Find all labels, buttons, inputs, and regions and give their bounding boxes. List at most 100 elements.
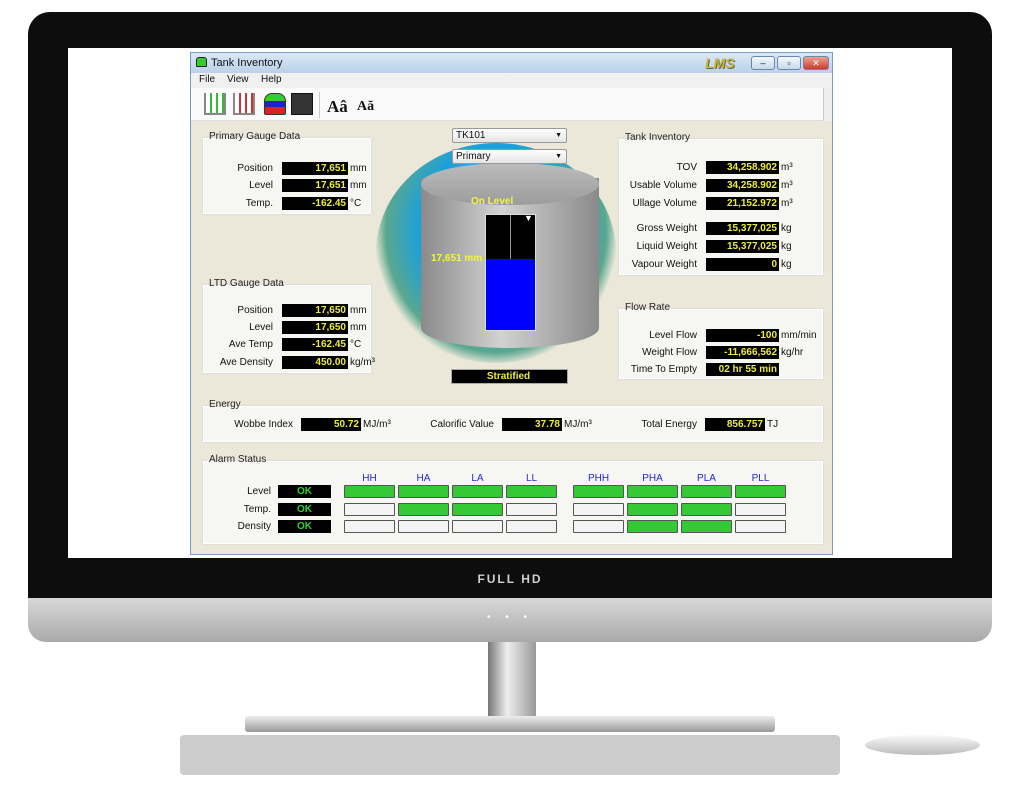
field-value: -11,666,562 — [706, 346, 779, 359]
font-decrease-icon[interactable]: Aă — [357, 99, 374, 115]
toolbar: Aâ Aă — [191, 88, 823, 121]
field-label: Level — [249, 180, 273, 191]
field-value: -162.45 — [282, 338, 348, 351]
field-label: Time To Empty — [630, 364, 697, 375]
primary-gauge-title: Primary Gauge Data — [209, 131, 301, 142]
tank-level-window: ▼ — [485, 213, 536, 331]
field-value: 17,650 — [282, 321, 348, 334]
menu-help[interactable]: Help — [261, 74, 282, 85]
alarm-header-pha: PHA — [642, 473, 663, 484]
menu-view[interactable]: View — [227, 74, 249, 85]
menu-file[interactable]: File — [199, 74, 215, 85]
field-unit: m³ — [781, 180, 793, 191]
title-bar[interactable]: Tank Inventory LMS – ▫ ✕ — [191, 53, 832, 73]
alarm-indicator-pha — [627, 485, 678, 498]
field-unit: mm/min — [781, 330, 817, 341]
field-label: TOV — [676, 162, 697, 173]
alarm-indicator-hh — [344, 520, 395, 533]
gauge-selector-value: Primary — [456, 151, 491, 162]
field-unit: mm — [350, 180, 367, 191]
chevron-down-icon: ▼ — [555, 153, 562, 160]
field-unit: mm — [350, 305, 367, 316]
field-value: -100 — [706, 329, 779, 342]
font-increase-icon[interactable]: Aâ — [327, 97, 348, 117]
energy-label: Calorific Value — [430, 419, 494, 430]
field-value: 34,258.902 — [706, 161, 779, 174]
alarm-header-la: LA — [471, 473, 484, 484]
alarm-indicator-pha — [627, 503, 678, 516]
app-tank-icon — [196, 57, 207, 67]
field-label: Liquid Weight — [636, 241, 697, 252]
minimize-button[interactable]: – — [751, 56, 775, 70]
alarm-indicator-ll — [506, 520, 557, 533]
close-button[interactable]: ✕ — [803, 56, 829, 70]
lms-logo: LMS — [705, 55, 735, 71]
field-label: Position — [237, 305, 273, 316]
field-label: Weight Flow — [642, 347, 697, 358]
field-unit: mm — [350, 163, 367, 174]
alarm-indicator-pll — [735, 520, 786, 533]
field-unit: kg/m³ — [350, 357, 375, 368]
tank-liquid-fill — [486, 258, 535, 330]
alarm-indicator-la — [452, 503, 503, 516]
tank-trend-red-icon[interactable] — [233, 93, 255, 115]
toolbar-separator — [319, 92, 320, 118]
energy-title: Energy — [209, 399, 241, 410]
field-value: 0 — [706, 258, 779, 271]
chevron-down-icon: ▼ — [555, 132, 562, 139]
energy-value: 856.757 — [705, 418, 765, 431]
field-label: Level — [249, 322, 273, 333]
alarm-header-ha: HA — [416, 473, 431, 484]
alarm-indicator-pll — [735, 503, 786, 516]
alarm-header-pla: PLA — [697, 473, 716, 484]
alarm-indicator-ha — [398, 520, 449, 533]
alarm-title: Alarm Status — [209, 454, 267, 465]
field-value: 450.00 — [282, 356, 348, 369]
alarm-indicator-pha — [627, 520, 678, 533]
tank-selector[interactable]: TK101 ▼ — [452, 128, 567, 143]
alarm-indicator-la — [452, 485, 503, 498]
alarm-indicator-ll — [506, 485, 557, 498]
field-value: 17,650 — [282, 304, 348, 317]
tank-selector-value: TK101 — [456, 130, 486, 141]
window-title: Tank Inventory — [211, 57, 283, 69]
alarm-indicator-hh — [344, 503, 395, 516]
tank-status-icon[interactable] — [264, 93, 286, 115]
field-unit: kg/hr — [781, 347, 804, 358]
alarm-indicator-la — [452, 520, 503, 533]
alarm-status-badge: OK — [278, 520, 331, 533]
energy-value: 50.72 — [301, 418, 361, 431]
alarm-header-hh: HH — [362, 473, 377, 484]
alarm-indicator-pla — [681, 503, 732, 516]
field-unit: mm — [350, 322, 367, 333]
field-value: 21,152.972 — [706, 197, 779, 210]
menu-bar: File View Help — [191, 73, 832, 88]
alarm-indicator-phh — [573, 485, 624, 498]
field-label: Ave Density — [219, 357, 273, 368]
alarm-indicator-pla — [681, 520, 732, 533]
alarm-header-phh: PHH — [587, 473, 610, 484]
field-value: 17,651 — [282, 162, 348, 175]
alarm-header-pll: PLL — [751, 473, 770, 484]
keyboard — [180, 735, 840, 775]
field-label: Gross Weight — [636, 223, 697, 234]
field-unit: kg — [781, 241, 792, 252]
tank-trend-green-icon[interactable] — [204, 93, 226, 115]
field-unit: kg — [781, 259, 792, 270]
tank-inventory-title: Tank Inventory — [625, 132, 691, 143]
tank-level-readout: 17,651 mm — [431, 253, 483, 264]
maximize-button[interactable]: ▫ — [777, 56, 801, 70]
tank-level-status: On Level — [471, 196, 514, 207]
field-label: Ave Temp — [228, 339, 273, 350]
alarm-indicator-hh — [344, 485, 395, 498]
energy-unit: TJ — [767, 419, 779, 430]
alarm-header-ll: LL — [525, 473, 538, 484]
gauge-selector[interactable]: Primary ▼ — [452, 149, 567, 164]
flow-rate-title: Flow Rate — [625, 302, 671, 313]
tank-calculator-icon[interactable] — [291, 93, 313, 115]
alarm-status-badge: OK — [278, 503, 331, 516]
field-unit: °C — [350, 198, 362, 209]
toolbar-scrollbar[interactable] — [823, 88, 832, 121]
app-window: Tank Inventory LMS – ▫ ✕ File View Help … — [190, 52, 833, 555]
alarm-indicator-phh — [573, 520, 624, 533]
